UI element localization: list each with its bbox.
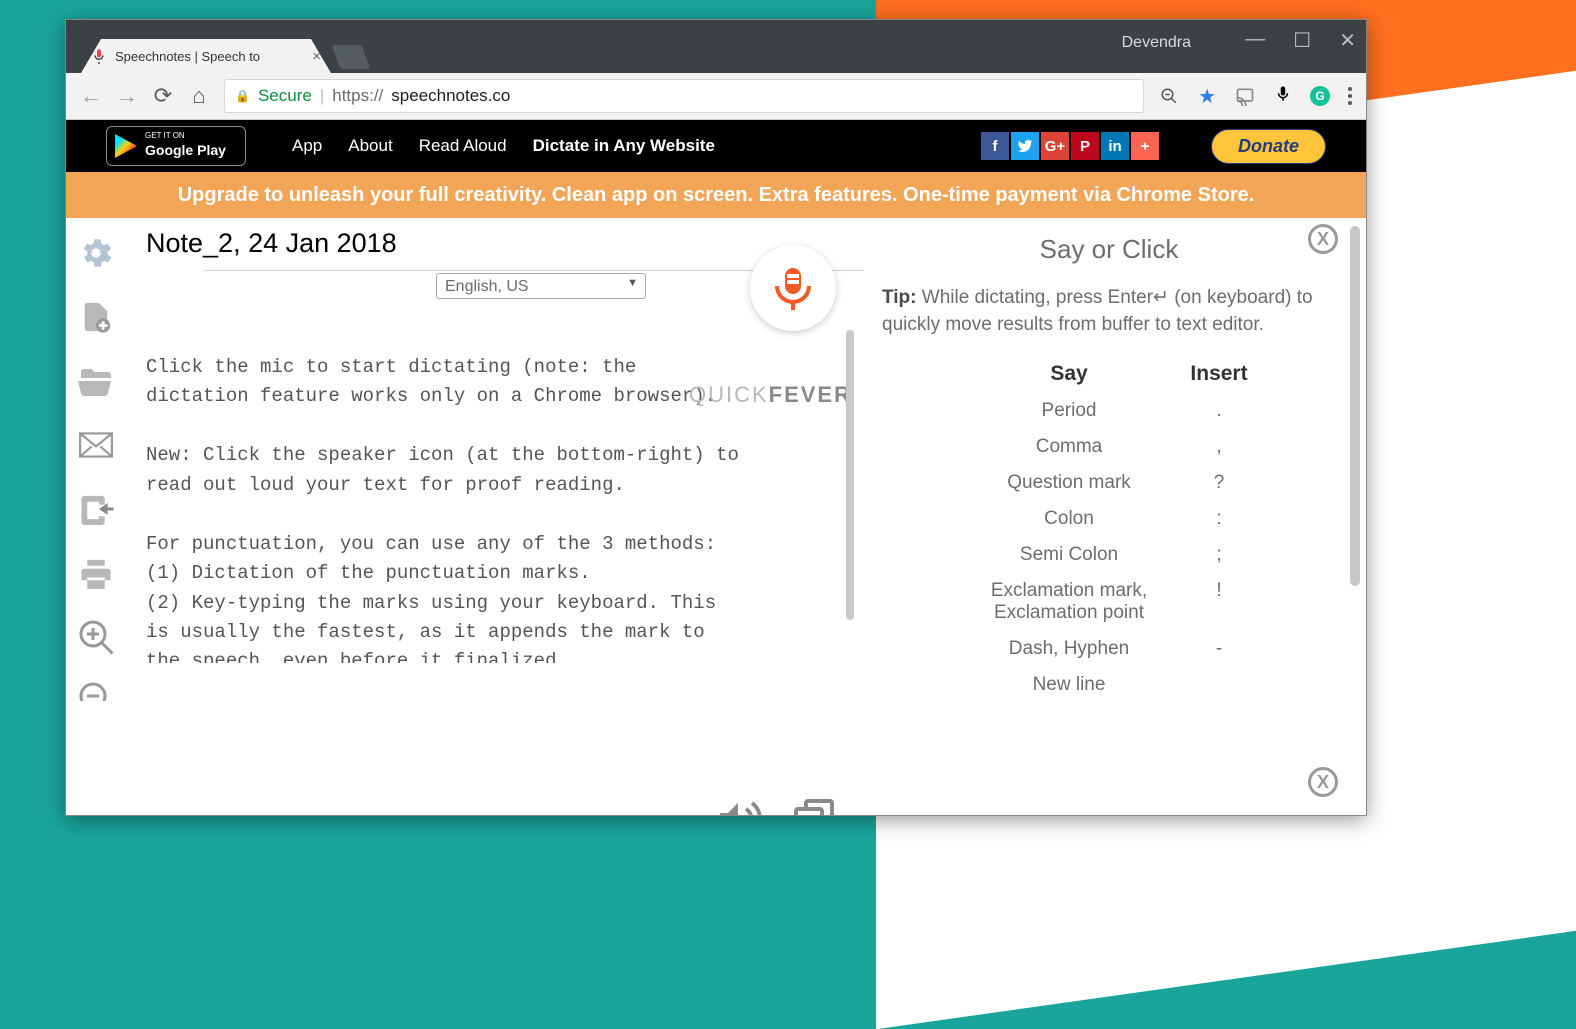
site-navbar: GET IT ONGoogle Play App About Read Alou… — [66, 120, 1366, 172]
command-row[interactable]: Period. — [959, 400, 1259, 422]
google-play-badge[interactable]: GET IT ONGoogle Play — [106, 126, 246, 166]
sidebar — [66, 218, 126, 815]
command-row[interactable]: Dash, Hyphen- — [959, 638, 1259, 660]
window-controls: — ☐ ✕ — [1245, 28, 1356, 53]
help-scrollbar[interactable] — [1350, 226, 1360, 586]
donate-button[interactable]: Donate — [1211, 129, 1326, 164]
help-tip: Tip: While dictating, press Enter↵ (on k… — [882, 285, 1336, 338]
main-content: English, US Click the mic to start dicta… — [66, 218, 1366, 815]
reload-icon[interactable]: ⟳ — [152, 83, 174, 109]
twitter-icon[interactable] — [1011, 132, 1039, 160]
speaker-icon[interactable] — [714, 795, 762, 815]
tab-close-icon[interactable]: × — [312, 48, 321, 65]
forward-icon: → — [116, 83, 138, 109]
menu-icon[interactable] — [1348, 87, 1352, 105]
command-row[interactable]: Comma, — [959, 436, 1259, 458]
note-title-input[interactable] — [146, 228, 646, 259]
facebook-icon[interactable]: f — [981, 132, 1009, 160]
secure-label: Secure — [258, 86, 312, 106]
command-row[interactable]: Colon: — [959, 508, 1259, 530]
command-row[interactable]: Exclamation mark, Exclamation point! — [959, 580, 1259, 624]
chrome-user-name[interactable]: Devendra — [1122, 34, 1191, 52]
page-content: GET IT ONGoogle Play App About Read Alou… — [66, 120, 1366, 815]
open-folder-icon[interactable] — [76, 361, 116, 401]
zoom-reset-icon[interactable] — [76, 681, 116, 701]
close-icon[interactable]: ✕ — [1339, 28, 1356, 53]
help-panel: Say or Click Tip: While dictating, press… — [846, 218, 1366, 815]
settings-icon[interactable] — [76, 233, 116, 273]
col-insert-header: Insert — [1179, 362, 1259, 386]
browser-tab[interactable]: Speechnotes | Speech to × — [81, 39, 331, 73]
url-prefix: https:// — [332, 86, 383, 106]
editor-panel: English, US Click the mic to start dicta… — [126, 218, 846, 815]
tab-title: Speechnotes | Speech to — [115, 49, 260, 64]
nav-read-aloud[interactable]: Read Aloud — [419, 136, 507, 156]
lock-icon: 🔒 — [235, 89, 250, 103]
command-row[interactable]: New line — [959, 674, 1259, 696]
help-title: Say or Click — [882, 234, 1336, 265]
google-plus-icon[interactable]: G+ — [1041, 132, 1069, 160]
social-links: f G+ P in + — [981, 132, 1159, 160]
url-domain: speechnotes.co — [391, 86, 510, 106]
home-icon[interactable]: ⌂ — [188, 83, 210, 109]
play-icon — [115, 134, 137, 158]
command-row[interactable]: Semi Colon; — [959, 544, 1259, 566]
upgrade-banner[interactable]: Upgrade to unleash your full creativity.… — [66, 172, 1366, 218]
bookmark-star-icon[interactable]: ★ — [1198, 84, 1216, 109]
zoom-in-icon[interactable] — [76, 617, 116, 657]
linkedin-icon[interactable]: in — [1101, 132, 1129, 160]
nav-app[interactable]: App — [292, 136, 322, 156]
command-row[interactable]: Question mark? — [959, 472, 1259, 494]
grammarly-icon[interactable]: G — [1310, 86, 1330, 106]
new-note-icon[interactable] — [76, 297, 116, 337]
zoom-out-icon[interactable] — [1158, 87, 1180, 105]
close-ad-button[interactable]: X — [1308, 767, 1338, 797]
export-icon[interactable] — [76, 489, 116, 529]
new-tab-button[interactable] — [332, 45, 371, 69]
url-input[interactable]: 🔒 Secure | https://speechnotes.co — [224, 79, 1144, 113]
pinterest-icon[interactable]: P — [1071, 132, 1099, 160]
page-watermark: QUICKFEVER — [1416, 916, 1566, 939]
nav-about[interactable]: About — [348, 136, 392, 156]
commands-table: Say Insert Period. Comma, Question mark? Co… — [959, 362, 1259, 696]
address-bar: ← → ⟳ ⌂ 🔒 Secure | https://speechnotes.c… — [66, 73, 1366, 120]
minimize-icon[interactable]: — — [1245, 28, 1265, 53]
watermark: QUICKFEVER — [689, 382, 852, 408]
addthis-icon[interactable]: + — [1131, 132, 1159, 160]
cast-icon[interactable] — [1234, 86, 1256, 106]
close-help-button[interactable]: X — [1308, 224, 1338, 254]
copy-icon[interactable] — [790, 795, 838, 815]
language-select[interactable]: English, US — [436, 273, 646, 299]
email-icon[interactable] — [76, 425, 116, 465]
record-mic-button[interactable] — [750, 245, 836, 331]
nav-dictate[interactable]: Dictate in Any Website — [533, 136, 715, 156]
mic-favicon-icon — [91, 48, 107, 64]
print-icon[interactable] — [76, 553, 116, 593]
language-select-wrap: English, US — [146, 273, 646, 299]
voice-search-icon[interactable] — [1274, 83, 1292, 110]
browser-window: Speechnotes | Speech to × Devendra — ☐ ✕… — [65, 19, 1367, 816]
maximize-icon[interactable]: ☐ — [1293, 28, 1311, 53]
titlebar: Speechnotes | Speech to × Devendra — ☐ ✕ — [66, 20, 1366, 73]
col-say-header: Say — [959, 362, 1179, 386]
back-icon[interactable]: ← — [80, 83, 102, 109]
